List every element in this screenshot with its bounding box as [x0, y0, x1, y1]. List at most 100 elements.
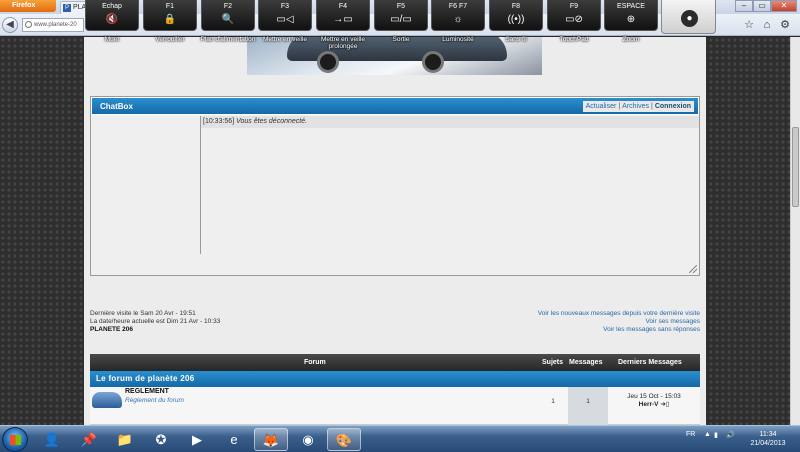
topics-count: 1	[551, 398, 555, 405]
forum-column-header: Forum	[304, 359, 326, 366]
chatbox-title: ChatBox	[100, 102, 133, 111]
chatbox-connect-link[interactable]: Connexion	[655, 103, 691, 110]
taskbar-clock[interactable]: 11:34 21/04/2013	[746, 430, 790, 448]
wireless-icon: ((•))	[507, 14, 525, 25]
firefox-taskbar-icon[interactable]: 🦊	[254, 428, 288, 451]
chatbox-archives-link[interactable]: Archives	[622, 103, 649, 110]
osd-key-label: ESPACE	[617, 3, 645, 10]
osd-key-f4: F4 →▭	[316, 0, 370, 31]
user-icon: ●	[681, 10, 698, 27]
messages-column-header: Messages	[569, 359, 603, 366]
resize-grip-icon[interactable]	[689, 265, 697, 273]
osd-key-f9: F9 ▭⊘	[547, 0, 601, 31]
osd-key-f6-f7: F6 F7 ☼	[431, 0, 485, 31]
user-app-icon[interactable]: 👤	[35, 428, 69, 451]
osd-key-f3: F3 ▭◁	[258, 0, 312, 31]
chatbox-links: Actualiser | Archives | Connexion	[582, 101, 694, 112]
osd-key-label: F3	[280, 3, 290, 10]
speaker-icon[interactable]: 🔊	[726, 431, 735, 439]
chatbox-panel: ChatBox Actualiser | Archives | Connexion [1…	[90, 96, 700, 276]
explorer-icon[interactable]: 📁	[108, 428, 142, 451]
power-plan-icon: 🔍	[221, 14, 235, 25]
last-message-cell: Jeu 15 Oct - 15:03 Herr-V ➜▯	[608, 393, 700, 409]
pin-app-icon[interactable]: 📌	[72, 428, 106, 451]
osd-key-f8: F8 ((•))	[489, 0, 543, 31]
last-messages-column-header: Derniers Messages	[618, 359, 682, 366]
mercedes-app-icon[interactable]: ✪	[144, 428, 178, 451]
osd-key-label: F6 F7	[448, 3, 468, 10]
extension-icon[interactable]: ⚙	[778, 18, 792, 32]
osd-caption: Zoom	[622, 36, 640, 43]
language-indicator[interactable]: FR	[686, 431, 695, 438]
messages-count: 1	[568, 387, 608, 425]
chatbox-refresh-link[interactable]: Actualiser	[586, 103, 617, 110]
unanswered-messages-link[interactable]: Voir les messages sans réponses	[538, 326, 700, 334]
forum-table: Forum Sujets Messages Derniers Messages …	[90, 354, 700, 425]
show-hidden-icons-icon[interactable]: ▲	[704, 431, 711, 438]
visit-info: Dernière visite le Sam 20 Avr - 19:51 La…	[90, 310, 220, 334]
windows-taskbar: 👤 📌 📁 ✪ ▶ e 🦊 ◉ 🎨 FR ▲ ▮ 🔊 11:34 21/04/2…	[0, 425, 800, 452]
display-output-icon: ▭/▭	[390, 14, 412, 25]
last-message-user[interactable]: Herr-V	[639, 401, 659, 408]
osd-caption: TouchPad	[559, 36, 589, 43]
osd-caption: Luminosité	[442, 36, 474, 43]
chatbox-header: ChatBox Actualiser | Archives | Connexion	[91, 97, 699, 115]
osd-key-label: F5	[396, 3, 406, 10]
address-bar[interactable]: www.planete-20	[22, 18, 84, 32]
go-to-post-icon[interactable]: ➜▯	[660, 401, 669, 408]
last-message-date: Jeu 15 Oct - 15:03	[627, 393, 681, 400]
forum-page: ChatBox Actualiser | Archives | Connexion [1…	[84, 37, 706, 425]
home-icon[interactable]: ⌂	[760, 18, 774, 32]
bookmark-star-icon[interactable]: ☆	[742, 18, 756, 32]
osd-caption: Plan d'alimentation	[200, 36, 256, 43]
new-messages-link[interactable]: Voir les nouveaux messages depuis votre …	[538, 310, 700, 318]
last-visit-text: Dernière visite le Sam 20 Avr - 19:51	[90, 310, 196, 317]
osd-key-label: F2	[223, 3, 233, 10]
osd-key-label: Echap	[102, 3, 122, 10]
clock-date: 21/04/2013	[750, 440, 786, 447]
osd-key-label: F8	[511, 3, 521, 10]
scrollbar-thumb[interactable]	[792, 127, 799, 207]
current-time-text: La date/heure actuelle est Dim 21 Avr - …	[90, 318, 221, 325]
osd-key-echap: Echap 🔇	[85, 0, 139, 31]
osd-key-f1: F1 🔒	[143, 0, 197, 31]
osd-key-label: F1	[165, 3, 175, 10]
osd-key-space: ESPACE ⊕	[604, 0, 658, 31]
windows-logo-icon	[10, 435, 21, 445]
clock-time: 11:34	[759, 431, 777, 438]
forum-description: Règlement du forum	[125, 397, 184, 404]
message-links: Voir les nouveaux messages depuis votre …	[538, 310, 700, 334]
osd-caption: Sortie	[392, 36, 410, 43]
own-messages-link[interactable]: Voir ses messages	[538, 318, 700, 326]
chatbox-message-text: Vous êtes déconnecté.	[236, 118, 308, 125]
site-name: PLANETE 206	[90, 326, 133, 333]
chrome-icon[interactable]: ◉	[291, 428, 325, 451]
chatbox-message-time: [10:33:56]	[203, 118, 235, 125]
internet-explorer-icon[interactable]: e	[217, 428, 251, 451]
osd-user-key: ●	[661, 0, 716, 34]
close-button[interactable]: ✕	[771, 0, 797, 12]
brightness-icon: ☼	[453, 14, 463, 25]
media-player-icon[interactable]: ▶	[180, 428, 214, 451]
osd-caption: Mettre en veille	[262, 36, 308, 43]
car-forum-icon	[92, 392, 122, 408]
start-button[interactable]	[2, 427, 28, 452]
network-icon[interactable]: ▮	[714, 431, 718, 439]
url-text: www.planete-20	[34, 22, 77, 28]
osd-caption: Verrouiller	[155, 36, 185, 43]
paint-app-icon[interactable]: 🎨	[327, 428, 361, 451]
forum-category[interactable]: Le forum de planète 206	[90, 371, 700, 387]
osd-key-label: F9	[569, 3, 579, 10]
car-wheel	[422, 51, 444, 73]
maximize-button[interactable]: ▭	[753, 0, 771, 12]
zoom-icon: ⊕	[626, 14, 636, 25]
osd-caption: Muet	[104, 36, 120, 43]
minimize-button[interactable]: –	[735, 0, 753, 12]
sleep-icon: ▭◁	[276, 14, 294, 25]
forum-name-link[interactable]: REGLEMENT	[125, 388, 169, 395]
osd-caption: Sans fil	[505, 36, 527, 43]
car-wheel	[317, 51, 339, 73]
page-scrollbar[interactable]	[790, 37, 800, 425]
back-button[interactable]: ◀	[2, 17, 18, 33]
firefox-menu-button[interactable]: Firefox	[0, 0, 56, 12]
